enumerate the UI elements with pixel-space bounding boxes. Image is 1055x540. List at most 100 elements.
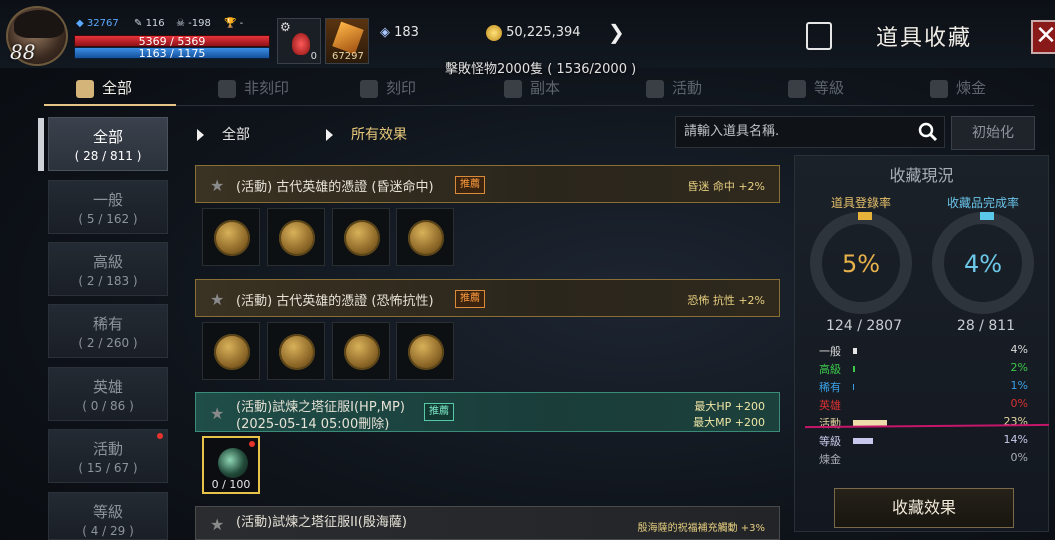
collection-item[interactable]: ★ (活動)試煉之塔征服II(殷海薩) 殷海薩的祝福補充觸動 +3% xyxy=(195,506,780,540)
level-icon xyxy=(788,79,806,98)
tab-dungeon[interactable]: 副本 xyxy=(504,72,560,106)
item-expiry: (2025-05-14 05:00刪除) xyxy=(236,417,390,432)
gold-currency: 50,225,394 xyxy=(486,18,581,48)
rank-name: 高級 xyxy=(819,363,841,376)
item-count: 67297 xyxy=(332,51,364,62)
rank-bar xyxy=(853,384,854,390)
hp-bar: 5369 / 5369 xyxy=(74,35,270,48)
crystal-icon: ◈ xyxy=(380,25,390,40)
reset-button[interactable]: 初始化 xyxy=(951,116,1035,150)
coin-icon xyxy=(344,220,380,256)
rank-name: 等級 xyxy=(819,435,841,448)
gold-coin-icon xyxy=(486,24,502,41)
gift-icon xyxy=(646,79,664,98)
rank-pct: 0% xyxy=(1010,397,1028,410)
collection-item[interactable]: ★ (活動) 古代英雄的憑證 (昏迷命中) 推薦 昏迷 命中 +2% xyxy=(195,165,780,203)
completion-count: 28 / 811 xyxy=(956,318,1016,334)
rank-bar xyxy=(853,366,855,372)
item-slot[interactable] xyxy=(202,208,260,266)
star-icon[interactable]: ★ xyxy=(210,176,224,195)
item-effect: 恐怖 抗性 +2% xyxy=(687,294,765,307)
tab-alchemy[interactable]: 煉金 xyxy=(930,72,986,106)
rank-pct: 14% xyxy=(1003,433,1028,446)
item-slot[interactable]: 67297 xyxy=(325,18,369,64)
category-level[interactable]: 等級( 4 / 29 ) xyxy=(48,492,168,540)
rank-name: 稀有 xyxy=(819,381,841,394)
stat-1: ◆ 32767 xyxy=(76,18,119,29)
collection-item[interactable]: ★ (活動)試煉之塔征服I(HP,MP) (2025-05-14 05:00刪除… xyxy=(195,392,780,432)
selected-marker xyxy=(38,118,44,171)
item-slot[interactable] xyxy=(267,208,325,266)
category-rare[interactable]: 稀有( 2 / 260 ) xyxy=(48,304,168,358)
mp-bar: 1163 / 1175 xyxy=(74,47,270,60)
item-slot[interactable] xyxy=(396,208,454,266)
category-all[interactable]: 全部( 28 / 811 ) xyxy=(48,117,168,171)
crystal-currency: ◈ 183 xyxy=(380,25,419,40)
category-event[interactable]: 活動( 15 / 67 ) xyxy=(48,429,168,483)
coin-icon xyxy=(214,334,250,370)
coin-icon xyxy=(408,334,444,370)
tab-all[interactable]: 全部 xyxy=(76,72,132,106)
feather-icon xyxy=(332,21,364,55)
chevron-right-icon[interactable]: ❯ xyxy=(608,20,625,44)
play-icon xyxy=(326,129,333,141)
tab-non-engraved[interactable]: 非刻印 xyxy=(218,72,289,106)
item-slot[interactable] xyxy=(267,322,325,380)
filter-grade[interactable]: 全部 xyxy=(197,124,250,144)
close-icon: ✕ xyxy=(1035,21,1055,51)
item-name: (活動) 古代英雄的憑證 (恐怖抗性) xyxy=(236,294,434,309)
notification-dot xyxy=(249,441,255,447)
completion-rate-label: 收藏品完成率 xyxy=(946,196,1019,210)
rank-row-common: 一般 4% xyxy=(819,343,1034,361)
potion-slot[interactable]: ⚙ 0 xyxy=(277,18,321,64)
stat-3: ☠ -198 xyxy=(176,18,211,29)
item-name: (活動)試煉之塔征服II(殷海薩) xyxy=(236,515,407,530)
item-slot[interactable] xyxy=(396,322,454,380)
window-title: 道具收藏 xyxy=(876,26,973,51)
book-icon xyxy=(76,79,94,98)
rank-row-advanced: 高級 2% xyxy=(819,361,1034,379)
recommend-badge: 推薦 xyxy=(424,403,454,421)
item-effect: 最大MP +200 xyxy=(693,416,765,429)
item-slot[interactable] xyxy=(332,208,390,266)
item-effect: 最大HP +200 xyxy=(694,400,765,413)
star-icon[interactable]: ★ xyxy=(210,515,224,534)
category-common[interactable]: 一般( 5 / 162 ) xyxy=(48,180,168,234)
coin-icon xyxy=(279,220,315,256)
rank-pct: 0% xyxy=(1010,451,1028,464)
search-icon[interactable] xyxy=(918,122,938,142)
star-icon[interactable]: ★ xyxy=(210,404,224,423)
gem-icon xyxy=(218,448,248,478)
coin-icon xyxy=(279,334,315,370)
registration-count: 124 / 2807 xyxy=(826,318,902,334)
collection-effect-button[interactable]: 收藏效果 xyxy=(834,488,1014,528)
gear-icon: ⚙ xyxy=(280,20,291,34)
item-effect: 昏迷 命中 +2% xyxy=(687,180,765,193)
rank-pct: 2% xyxy=(1010,361,1028,374)
star-icon[interactable]: ★ xyxy=(210,290,224,309)
notification-dot xyxy=(157,433,163,439)
completion-rate: 4% xyxy=(963,250,1003,278)
tab-engraved[interactable]: 刻印 xyxy=(360,72,416,106)
item-name: (活動) 古代英雄的憑證 (昏迷命中) xyxy=(236,180,434,195)
coin-icon xyxy=(214,220,250,256)
alchemy-icon xyxy=(930,79,948,98)
registration-rate: 5% xyxy=(841,250,881,278)
collection-item[interactable]: ★ (活動) 古代英雄的憑證 (恐怖抗性) 推薦 恐怖 抗性 +2% xyxy=(195,279,780,317)
item-slot[interactable] xyxy=(332,322,390,380)
item-slot[interactable] xyxy=(202,322,260,380)
rank-row-level: 等級 14% xyxy=(819,433,1034,451)
rank-row-alchemy: 煉金 0% xyxy=(819,451,1034,469)
item-slot-selected[interactable]: 0 / 100 xyxy=(202,436,260,494)
tab-event[interactable]: 活動 xyxy=(646,72,702,106)
category-advanced[interactable]: 高級( 2 / 183 ) xyxy=(48,242,168,296)
active-tab-underline xyxy=(44,104,176,106)
stat-4: 🏆 - xyxy=(224,18,244,29)
rank-pct: 1% xyxy=(1010,379,1028,392)
filter-effect[interactable]: 所有效果 xyxy=(326,124,407,144)
category-hero[interactable]: 英雄( 0 / 86 ) xyxy=(48,367,168,421)
search-input[interactable]: 請輸入道具名稱. xyxy=(675,116,945,148)
tab-level[interactable]: 等級 xyxy=(788,72,844,106)
close-button[interactable]: ✕ xyxy=(1031,20,1055,54)
rank-name: 一般 xyxy=(819,345,841,358)
